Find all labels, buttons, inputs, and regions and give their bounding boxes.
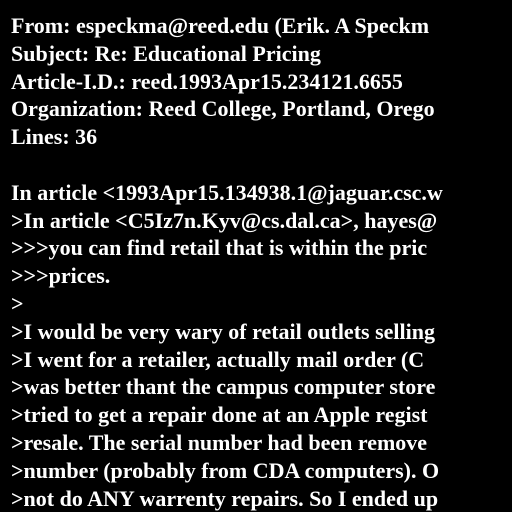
body-line: > [11,290,24,316]
body-line: >I went for a retailer, actually mail or… [11,346,425,372]
body-line: >resale. The serial number had been remo… [11,429,428,455]
header-separator [11,151,512,179]
body-line: >not do ANY warrenty repairs. So I ended… [11,485,439,511]
body-line: >was better thant the campus computer st… [11,374,436,400]
body-line: In article <1993Apr15.134938.1@jaguar.cs… [11,179,443,205]
body-line: >tried to get a repair done at an Apple … [11,402,428,428]
header-subject: Subject: Re: Educational Pricing [11,40,321,66]
header-organization: Organization: Reed College, Portland, Or… [11,96,435,122]
email-document: From: especkma@reed.edu (Erik. A Speckm … [11,12,512,512]
header-article-id: Article-I.D.: reed.1993Apr15.234121.6655 [11,68,403,94]
body-line: >>>prices. [11,263,111,289]
header-from: From: especkma@reed.edu (Erik. A Speckm [11,13,430,38]
body-line: >In article <C5Iz7n.Kyv@cs.dal.ca>, haye… [11,207,438,233]
body-line: >>>you can find retail that is within th… [11,235,428,261]
body-line: >I would be very wary of retail outlets … [11,318,435,344]
header-lines: Lines: 36 [11,124,98,150]
body-line: >number (probably from CDA computers). O [11,457,440,483]
